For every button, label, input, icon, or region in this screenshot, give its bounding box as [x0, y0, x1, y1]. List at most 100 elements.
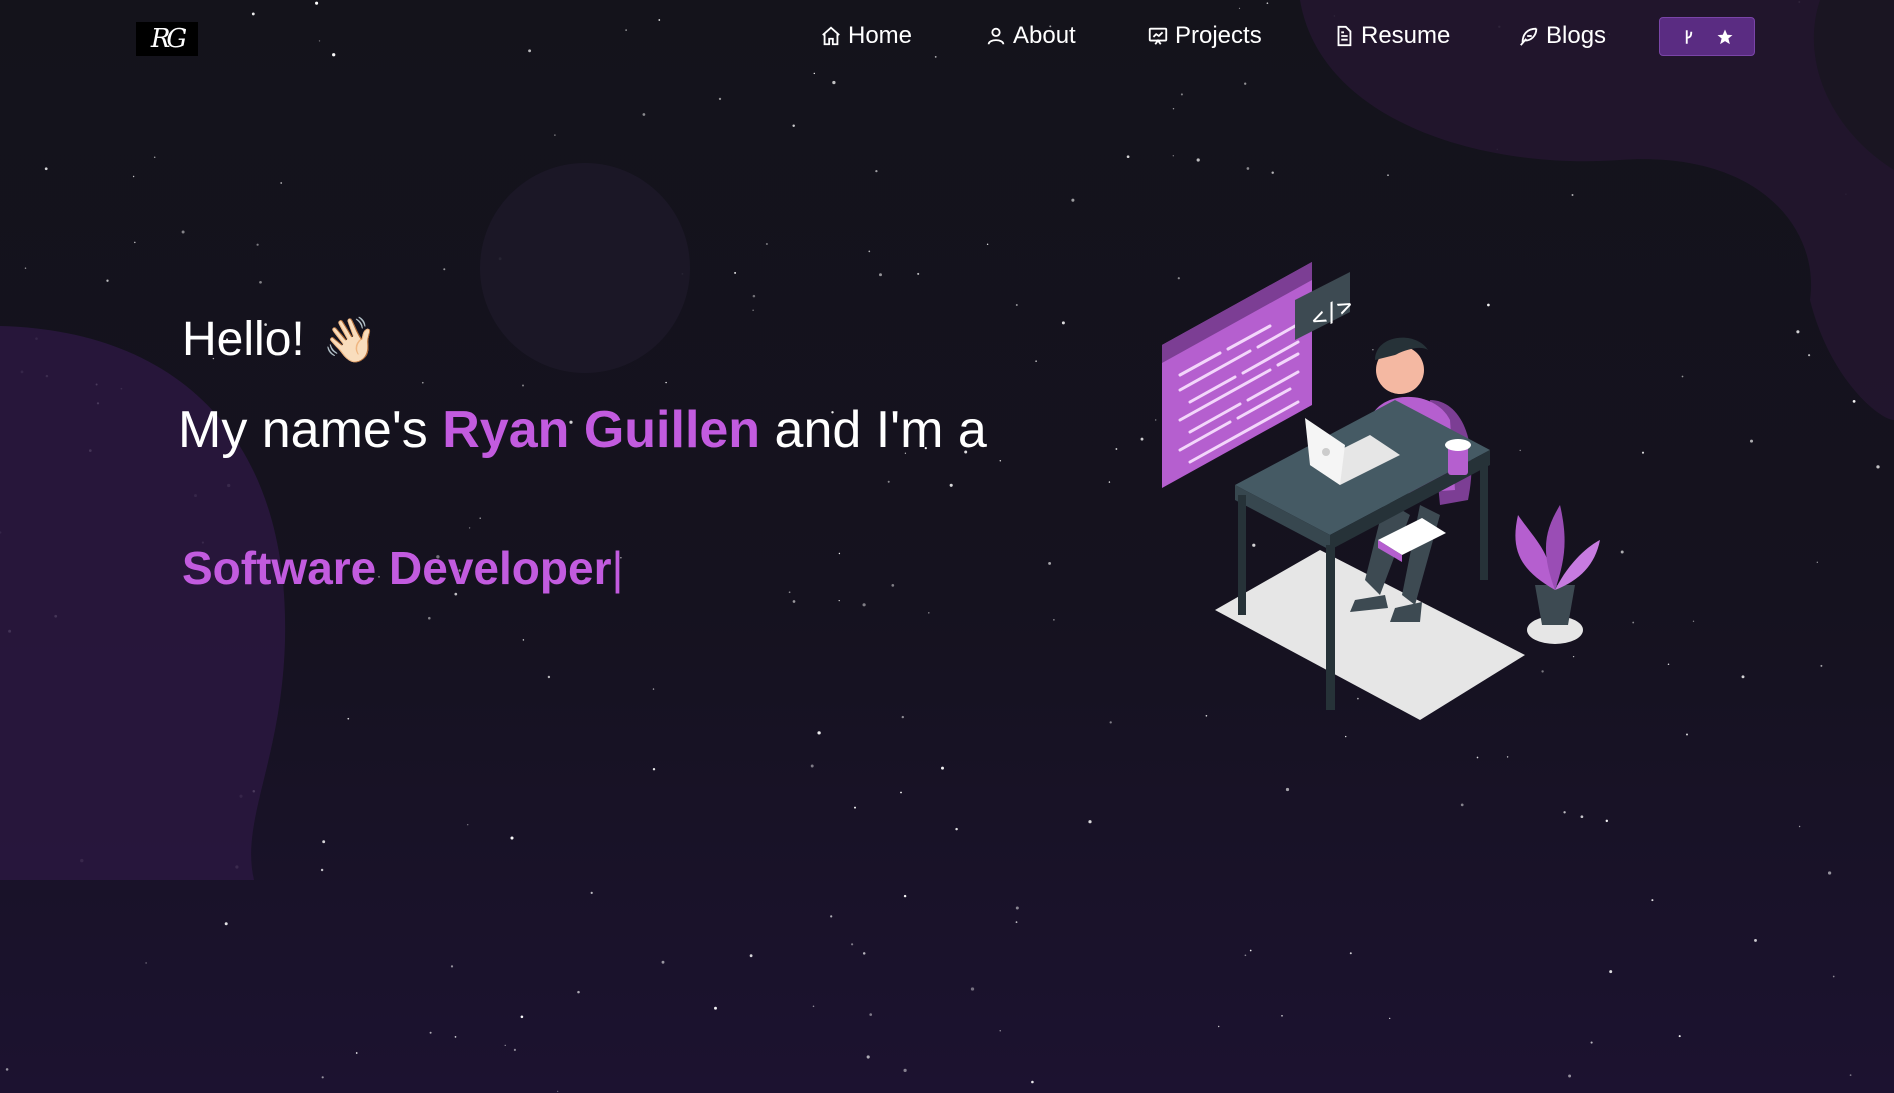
star-dot — [498, 257, 502, 261]
star-dot — [869, 1013, 873, 1016]
star-dot — [468, 527, 471, 529]
star-dot — [879, 273, 882, 277]
star-dot — [1108, 481, 1111, 483]
github-star-button[interactable] — [1659, 17, 1755, 56]
star-dot — [851, 943, 854, 946]
star-dot — [1476, 756, 1479, 759]
document-icon — [1337, 25, 1352, 47]
site-logo[interactable]: RG — [136, 22, 198, 56]
star-dot — [830, 915, 833, 918]
star-dot — [259, 280, 262, 284]
star-dot — [504, 1044, 506, 1047]
star-dot — [1053, 619, 1055, 621]
nav-projects-link[interactable]: Projects — [1147, 18, 1262, 54]
nav-about-link[interactable]: About — [985, 18, 1076, 54]
star-dot — [1620, 550, 1624, 554]
star-dot — [652, 767, 656, 771]
star-dot — [1741, 675, 1745, 679]
greeting-text: Hello! — [182, 313, 305, 366]
star-dot — [520, 1015, 524, 1019]
star-dot — [862, 603, 866, 607]
star-dot — [862, 952, 866, 955]
star-dot — [1172, 108, 1175, 110]
star-dot — [1088, 820, 1092, 824]
feather-icon — [1520, 27, 1538, 46]
star-dot — [1840, 89, 1844, 93]
star-dot — [1832, 975, 1835, 978]
star-dot — [891, 584, 895, 587]
star-dot — [875, 169, 878, 173]
star-dot — [917, 272, 920, 275]
hero-intro: My name's Ryan Guillen and I'm a — [178, 400, 987, 460]
star-dot — [443, 268, 446, 271]
star-dot — [547, 675, 551, 679]
star-dot — [522, 384, 524, 387]
star-dot — [1496, 148, 1499, 151]
star-dot — [557, 1090, 559, 1093]
star-dot — [1754, 938, 1757, 942]
star-dot — [1031, 1080, 1034, 1084]
hero-role-typewriter: Software Developer| — [182, 541, 623, 595]
star-dot — [522, 639, 525, 641]
star-dot — [900, 791, 902, 794]
waving-hand-icon: 👋🏻 — [322, 315, 378, 365]
developer-illustration: </> — [1162, 262, 1600, 720]
typing-cursor: | — [611, 542, 624, 594]
star-dot — [355, 1052, 358, 1054]
star-dot — [1808, 354, 1811, 357]
star-dot — [642, 113, 646, 116]
star-dot — [429, 1031, 432, 1034]
star-dot — [1641, 451, 1645, 454]
star-dot — [1605, 819, 1609, 823]
star-dot — [1667, 663, 1670, 665]
star-dot — [106, 279, 109, 282]
star-dot — [955, 827, 958, 831]
star-dot — [832, 80, 836, 85]
star-dot — [20, 370, 24, 374]
star-dot — [1632, 621, 1635, 624]
star-dot — [428, 616, 431, 620]
star-dot — [1590, 1041, 1593, 1044]
nav-projects-label: Projects — [1175, 22, 1262, 49]
star-dot — [1580, 815, 1584, 819]
nav-home-link[interactable]: Home — [820, 18, 912, 54]
star-dot — [1071, 198, 1075, 202]
hero-name: Ryan Guillen — [442, 401, 761, 459]
star-dot — [1035, 360, 1037, 362]
star-dot — [1845, 193, 1847, 195]
star-dot — [718, 97, 722, 101]
star-dot — [1172, 155, 1174, 157]
star-dot — [792, 600, 796, 603]
star-dot — [1609, 970, 1613, 974]
star-dot — [1218, 1025, 1220, 1028]
star-dot — [765, 242, 768, 246]
star-dot — [322, 840, 326, 844]
user-icon — [987, 27, 1005, 45]
star-dot — [941, 766, 944, 770]
star-dot — [665, 381, 667, 384]
star-dot — [1285, 787, 1290, 792]
star-dot — [1349, 952, 1352, 955]
star-dot — [838, 599, 840, 602]
star-dot — [1126, 155, 1130, 159]
star-dot — [838, 552, 841, 555]
star-dot — [1271, 171, 1274, 174]
star-dot — [80, 858, 84, 863]
star-dot — [95, 383, 98, 386]
star-dot — [810, 764, 814, 768]
nav-resume-link[interactable]: Resume — [1333, 18, 1450, 54]
star-dot — [1796, 330, 1800, 334]
nav-blogs-link[interactable]: Blogs — [1518, 18, 1606, 54]
navbar: RG Home About Projects Resume Blogs — [0, 0, 1894, 74]
star-dot — [1249, 949, 1252, 952]
star-dot — [1816, 561, 1818, 563]
star-dot — [903, 1068, 907, 1073]
star-dot — [868, 250, 871, 253]
star-dot — [887, 480, 890, 483]
star-dot — [45, 374, 49, 378]
star-dot — [88, 449, 92, 452]
star-dot — [1827, 871, 1832, 875]
star-dot — [970, 987, 975, 991]
star-dot — [454, 1036, 457, 1038]
star-dot — [479, 517, 481, 519]
